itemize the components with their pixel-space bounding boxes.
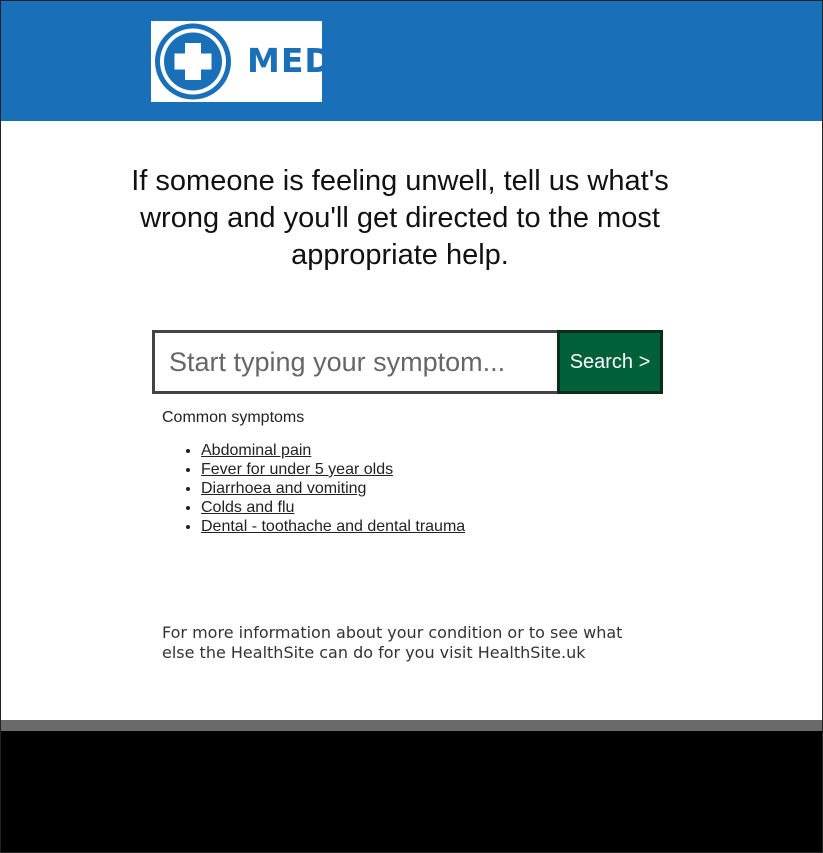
symptom-link-colds[interactable]: Colds and flu — [201, 499, 294, 516]
symptom-link-diarrhoea[interactable]: Diarrhoea and vomiting — [201, 480, 366, 497]
footer-divider — [1, 720, 822, 731]
site-logo[interactable]: MED — [151, 21, 332, 102]
common-symptoms-list: Abdominal pain Fever for under 5 year ol… — [161, 441, 465, 536]
info-text: For more information about your conditio… — [162, 623, 623, 662]
symptom-link-dental[interactable]: Dental - toothache and dental trauma — [201, 518, 465, 535]
site-footer — [1, 731, 822, 852]
list-item: Abdominal pain — [201, 441, 465, 460]
list-item: Dental - toothache and dental trauma — [201, 517, 465, 536]
list-item: Colds and flu — [201, 498, 465, 517]
list-item: Fever for under 5 year olds — [201, 460, 465, 479]
symptom-link-fever[interactable]: Fever for under 5 year olds — [201, 461, 393, 478]
site-header: MED — [1, 1, 822, 121]
search-button[interactable]: Search > — [557, 330, 663, 394]
symptom-search-input[interactable] — [152, 330, 567, 394]
logo-text: MED — [247, 41, 333, 80]
list-item: Diarrhoea and vomiting — [201, 479, 465, 498]
page-headline: If someone is feeling unwell, tell us wh… — [131, 165, 669, 271]
symptom-link-abdominal-pain[interactable]: Abdominal pain — [201, 442, 311, 459]
common-symptoms-heading: Common symptoms — [162, 409, 305, 426]
